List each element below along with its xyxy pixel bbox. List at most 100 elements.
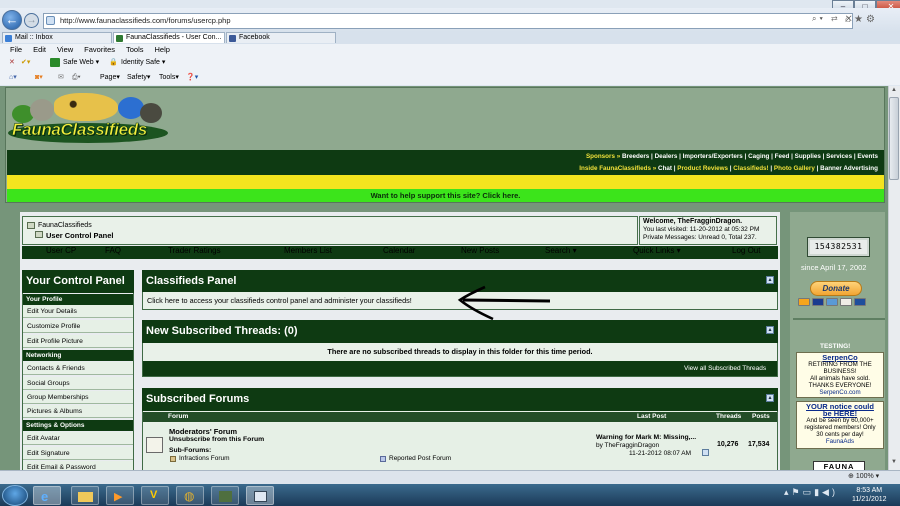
subforum-infractions[interactable]: Infractions Forum	[179, 455, 230, 462]
nav-calendar[interactable]: Calendar	[383, 246, 415, 255]
nav-chat[interactable]: Chat	[658, 165, 672, 172]
nav-members-list[interactable]: Members List	[284, 246, 332, 255]
last-post-author[interactable]: by TheFragginDragon	[596, 442, 659, 449]
forward-button[interactable]: →	[24, 13, 39, 28]
sidebar-item-social-groups[interactable]: Social Groups	[23, 377, 133, 390]
sidebar-item-contacts[interactable]: Contacts & Friends	[23, 362, 133, 375]
collapse-icon[interactable]: ▴	[766, 394, 774, 402]
classifieds-link[interactable]: Click here to access your classifieds co…	[147, 296, 412, 305]
nav-banner-advertising[interactable]: Banner Advertising	[820, 165, 878, 172]
print-icon[interactable]: ⎙▾	[72, 70, 81, 85]
nav-log-out[interactable]: Log Out	[732, 246, 760, 255]
nav-importers[interactable]: Importers/Exporters	[683, 153, 743, 160]
private-messages-link[interactable]: Private Messages: Unread 0, Total 237.	[643, 234, 757, 241]
system-tray[interactable]: ▴⚑▭▮◀)	[784, 487, 838, 498]
nav-breeders[interactable]: Breeders	[622, 153, 649, 160]
menu-edit[interactable]: Edit	[33, 44, 46, 56]
advertise-here-ad[interactable]: YOUR notice could be HERE! And be seen b…	[796, 401, 884, 449]
clock[interactable]: 8:53 AM 11/21/2012	[852, 486, 887, 504]
taskbar-norton-icon[interactable]: V	[141, 486, 169, 505]
taskbar-ie-icon[interactable]: e	[33, 486, 61, 505]
sidebar-item-profile-picture[interactable]: Edit Profile Picture	[23, 335, 133, 348]
nav-supplies[interactable]: Supplies	[795, 153, 821, 160]
table-row	[143, 423, 777, 470]
support-link[interactable]: Want to help support this site? Click he…	[7, 189, 884, 202]
collapse-icon[interactable]: ▴	[766, 276, 774, 284]
tab-facebook[interactable]: Facebook	[226, 32, 336, 43]
start-button[interactable]	[2, 485, 28, 506]
close-toolbar-icon[interactable]: ✕	[9, 56, 15, 70]
unsubscribe-link[interactable]: Unsubscribe from this Forum	[169, 436, 264, 443]
nav-events[interactable]: Events	[857, 153, 878, 160]
nav-user-cp[interactable]: User CP	[46, 246, 76, 255]
sidebar-item-edit-signature[interactable]: Edit Signature	[23, 447, 133, 460]
menu-favorites[interactable]: Favorites	[84, 44, 115, 56]
rss-icon[interactable]: ◙▾	[35, 70, 43, 85]
sidebar-item-pictures-albums[interactable]: Pictures & Albums	[23, 405, 133, 418]
breadcrumb-root[interactable]: FaunaClassifieds	[38, 222, 92, 229]
menu-tools[interactable]: Tools	[126, 44, 144, 56]
subscribed-forums-title: Subscribed Forums	[142, 388, 778, 411]
address-bar[interactable]: http://www.faunaclassifieds.com/forums/u…	[43, 13, 853, 29]
sidebar-heading-settings: Settings & Options	[23, 420, 133, 431]
nav-quick-links[interactable]: Quick Links ▾	[633, 246, 681, 255]
menu-file[interactable]: File	[10, 44, 22, 56]
nav-dealers[interactable]: Dealers	[655, 153, 678, 160]
mastercard-icon	[798, 298, 810, 306]
view-all-threads-link[interactable]: View all Subscribed Threads	[684, 365, 766, 372]
nav-faq[interactable]: FAQ	[105, 246, 121, 255]
nav-services[interactable]: Services	[826, 153, 852, 160]
scrollbar-thumb[interactable]	[889, 97, 899, 180]
forum-title-link[interactable]: Moderators' Forum	[169, 427, 237, 436]
subforum-reported-posts[interactable]: Reported Post Forum	[389, 455, 451, 462]
nav-classifieds[interactable]: Classifieds!	[733, 165, 768, 172]
help-icon[interactable]: ❓▾	[186, 70, 198, 85]
taskbar-box-icon[interactable]	[211, 486, 239, 505]
taskbar-globe-icon[interactable]: ◍	[176, 486, 204, 505]
donate-button[interactable]: Donate	[810, 281, 862, 296]
sidebar-item-customize-profile[interactable]: Customize Profile	[23, 320, 133, 333]
sidebar-item-group-memberships[interactable]: Group Memberships	[23, 391, 133, 404]
menu-help[interactable]: Help	[155, 44, 170, 56]
lock-icon: 🔒	[109, 59, 118, 66]
taskbar-media-player-icon[interactable]: ▶	[106, 486, 134, 505]
home-favorites-settings-icons[interactable]: ⌂★⚙	[845, 14, 878, 25]
serpenco-ad[interactable]: SerpenCo RETIRING FROM THE BUSINESS! All…	[796, 352, 884, 398]
taskbar-explorer-icon[interactable]	[71, 486, 99, 505]
sidebar-item-email-password[interactable]: Edit Email & Password	[23, 461, 133, 470]
tab-label: FaunaClassifieds - User Con...	[126, 34, 222, 41]
zoom-level[interactable]: ⊕ 100% ▾	[848, 472, 879, 480]
scroll-up-arrow[interactable]: ▲	[889, 87, 899, 97]
go-to-last-post-icon[interactable]	[702, 449, 709, 456]
nav-product-reviews[interactable]: Product Reviews	[677, 165, 728, 172]
collapse-icon[interactable]: ▴	[766, 326, 774, 334]
subforums-label: Sub-Forums:	[169, 447, 212, 454]
tools-menu-label: Tools	[159, 74, 176, 81]
tab-faunaclassifieds[interactable]: FaunaClassifieds - User Con...	[113, 32, 225, 43]
nav-feed[interactable]: Feed	[775, 153, 790, 160]
menu-view[interactable]: View	[57, 44, 73, 56]
nav-photo-gallery[interactable]: Photo Gallery	[774, 165, 815, 172]
taskbar-snipping-icon[interactable]	[246, 486, 274, 505]
welcome-greeting: Welcome, TheFragginDragon.	[643, 218, 743, 225]
nav-caging[interactable]: Caging	[748, 153, 769, 160]
scroll-down-arrow[interactable]: ▼	[889, 459, 899, 469]
taskbar	[0, 484, 900, 506]
home-icon[interactable]: ⌂▾	[9, 70, 17, 85]
nav-new-posts[interactable]: New Posts	[461, 246, 499, 255]
norton-check-icon[interactable]: ✔▾	[21, 56, 30, 70]
tab-mail[interactable]: Mail :: Inbox	[2, 32, 112, 43]
last-post-time: 11-21-2012 08:07 AM	[629, 450, 692, 457]
mail-read-icon[interactable]: ✉	[58, 70, 64, 85]
safety-menu[interactable]: Safety▾	[127, 70, 150, 85]
sidebar-item-edit-details[interactable]: Edit Your Details	[23, 305, 133, 318]
safe-web-button[interactable]: Safe Web ▾	[63, 56, 99, 70]
last-post-title[interactable]: Warning for Mark M: Missing,...	[596, 434, 696, 441]
identity-safe-button[interactable]: Identity Safe ▾	[121, 56, 165, 70]
sidebar-item-edit-avatar[interactable]: Edit Avatar	[23, 432, 133, 445]
page-menu[interactable]: Page▾	[100, 70, 120, 85]
tools-menu[interactable]: Tools▾	[159, 70, 179, 85]
nav-search[interactable]: Search ▾	[545, 246, 577, 255]
nav-trader-ratings[interactable]: Trader Ratings	[168, 246, 221, 255]
back-button[interactable]: ←	[2, 10, 22, 30]
